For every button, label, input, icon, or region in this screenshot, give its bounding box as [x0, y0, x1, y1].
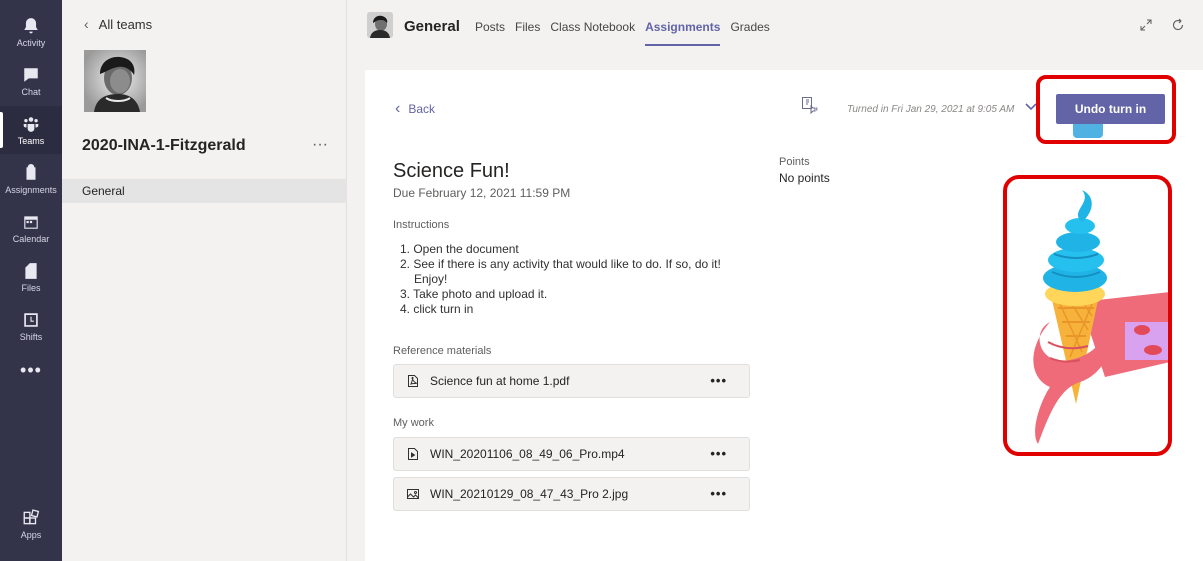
header-actions	[1139, 18, 1185, 35]
team-sidebar: ‹ All teams 2020-INA-1-Fitzgerald ··· Ge…	[62, 0, 347, 561]
my-work-file-tile[interactable]: WIN_20210129_08_47_43_Pro 2.jpg •••	[393, 477, 750, 511]
turned-in-status: Turned in Fri Jan 29, 2021 at 9:05 AM	[847, 104, 1015, 115]
file-name: Science fun at home 1.pdf	[430, 374, 570, 388]
file-name: WIN_20201106_08_49_06_Pro.mp4	[430, 447, 625, 461]
highlight-box	[1036, 75, 1176, 144]
more-options-icon[interactable]: •••	[710, 446, 727, 461]
calendar-icon	[24, 215, 38, 229]
rail-assignments[interactable]: Assignments	[0, 155, 62, 203]
chat-icon	[24, 67, 38, 82]
more-apps-icon[interactable]: •••	[0, 360, 62, 381]
team-more-options-icon[interactable]: ···	[312, 136, 328, 154]
rail-label: Chat	[21, 86, 41, 97]
all-teams-link[interactable]: ‹ All teams	[84, 16, 152, 32]
rail-apps[interactable]: Apps	[0, 500, 62, 548]
shifts-icon	[24, 312, 38, 327]
channel-tabs: Posts Files Class Notebook Assignments G…	[475, 20, 770, 48]
team-avatar[interactable]	[84, 50, 146, 112]
rail-label: Assignments	[5, 184, 57, 195]
my-work-file-tile[interactable]: WIN_20201106_08_49_06_Pro.mp4 •••	[393, 437, 750, 471]
my-work-label: My work	[393, 417, 434, 429]
rail-label: Activity	[16, 37, 46, 48]
tab-posts[interactable]: Posts	[475, 20, 505, 48]
instructions-label: Instructions	[393, 219, 450, 231]
tab-assignments[interactable]: Assignments	[645, 20, 721, 48]
portrait-image	[367, 12, 393, 38]
instruction-item: 3. Take photo and upload it.	[400, 287, 548, 301]
tab-grades[interactable]: Grades	[730, 20, 769, 48]
assignment-card: ‹ Back Turned in Fri Jan 29, 2021 at 9:0…	[365, 70, 1203, 561]
bell-icon	[24, 17, 38, 33]
apps-icon	[23, 508, 40, 524]
rail-chat[interactable]: Chat	[0, 57, 62, 105]
rail-label: Files	[21, 282, 41, 293]
rail-calendar[interactable]: Calendar	[0, 204, 62, 252]
instruction-item: 2. See if there is any activity that wou…	[400, 257, 721, 271]
tab-class-notebook[interactable]: Class Notebook	[550, 20, 635, 48]
image-file-icon	[407, 489, 419, 499]
assignments-icon	[26, 163, 36, 180]
files-icon	[25, 262, 37, 279]
expand-icon[interactable]	[1139, 18, 1153, 35]
tab-files[interactable]: Files	[515, 20, 540, 48]
rail-teams[interactable]: Teams	[0, 106, 62, 154]
immersive-reader-icon[interactable]	[801, 96, 819, 115]
video-file-icon	[408, 448, 418, 460]
chevron-left-icon: ‹	[84, 16, 89, 32]
more-options-icon[interactable]: •••	[710, 486, 727, 501]
assignment-title: Science Fun!	[393, 160, 510, 182]
instructions-list: 1. Open the document 2. See if there is …	[400, 242, 721, 317]
reference-file-tile[interactable]: Science fun at home 1.pdf •••	[393, 364, 750, 398]
rail-label: Teams	[17, 135, 45, 146]
app-rail: Activity Chat Teams Assignments Calendar…	[0, 0, 62, 561]
rail-activity[interactable]: Activity	[0, 8, 62, 56]
rail-shifts[interactable]: Shifts	[0, 302, 62, 350]
points-label: Points	[779, 156, 810, 168]
channel-item-general[interactable]: General	[62, 179, 347, 203]
chevron-left-icon: ‹	[395, 100, 401, 117]
rail-label: Calendar	[12, 233, 50, 244]
more-options-icon[interactable]: •••	[710, 373, 727, 388]
pdf-file-icon	[408, 375, 418, 387]
rail-label: Shifts	[19, 331, 43, 342]
channel-title: General	[404, 18, 460, 35]
instruction-item: Enjoy!	[414, 272, 448, 286]
back-label: Back	[408, 102, 436, 116]
portrait-image	[84, 50, 146, 112]
rail-label: Apps	[20, 529, 42, 540]
all-teams-label: All teams	[98, 16, 153, 32]
channel-avatar	[367, 12, 393, 38]
instruction-item: 1. Open the document	[400, 242, 519, 256]
channel-header: General Posts Files Class Notebook Assig…	[347, 0, 1203, 56]
team-name: 2020-INA-1-Fitzgerald	[82, 137, 246, 154]
instruction-item: 4. click turn in	[400, 302, 474, 316]
refresh-icon[interactable]	[1171, 18, 1185, 35]
file-name: WIN_20210129_08_47_43_Pro 2.jpg	[430, 487, 629, 501]
points-value: No points	[779, 171, 830, 185]
back-button[interactable]: ‹ Back	[395, 100, 435, 118]
due-date: Due February 12, 2021 11:59 PM	[393, 186, 571, 200]
reference-materials-label: Reference materials	[393, 345, 492, 357]
highlight-box	[1003, 175, 1172, 456]
rail-files[interactable]: Files	[0, 253, 62, 301]
teams-icon	[23, 116, 39, 132]
